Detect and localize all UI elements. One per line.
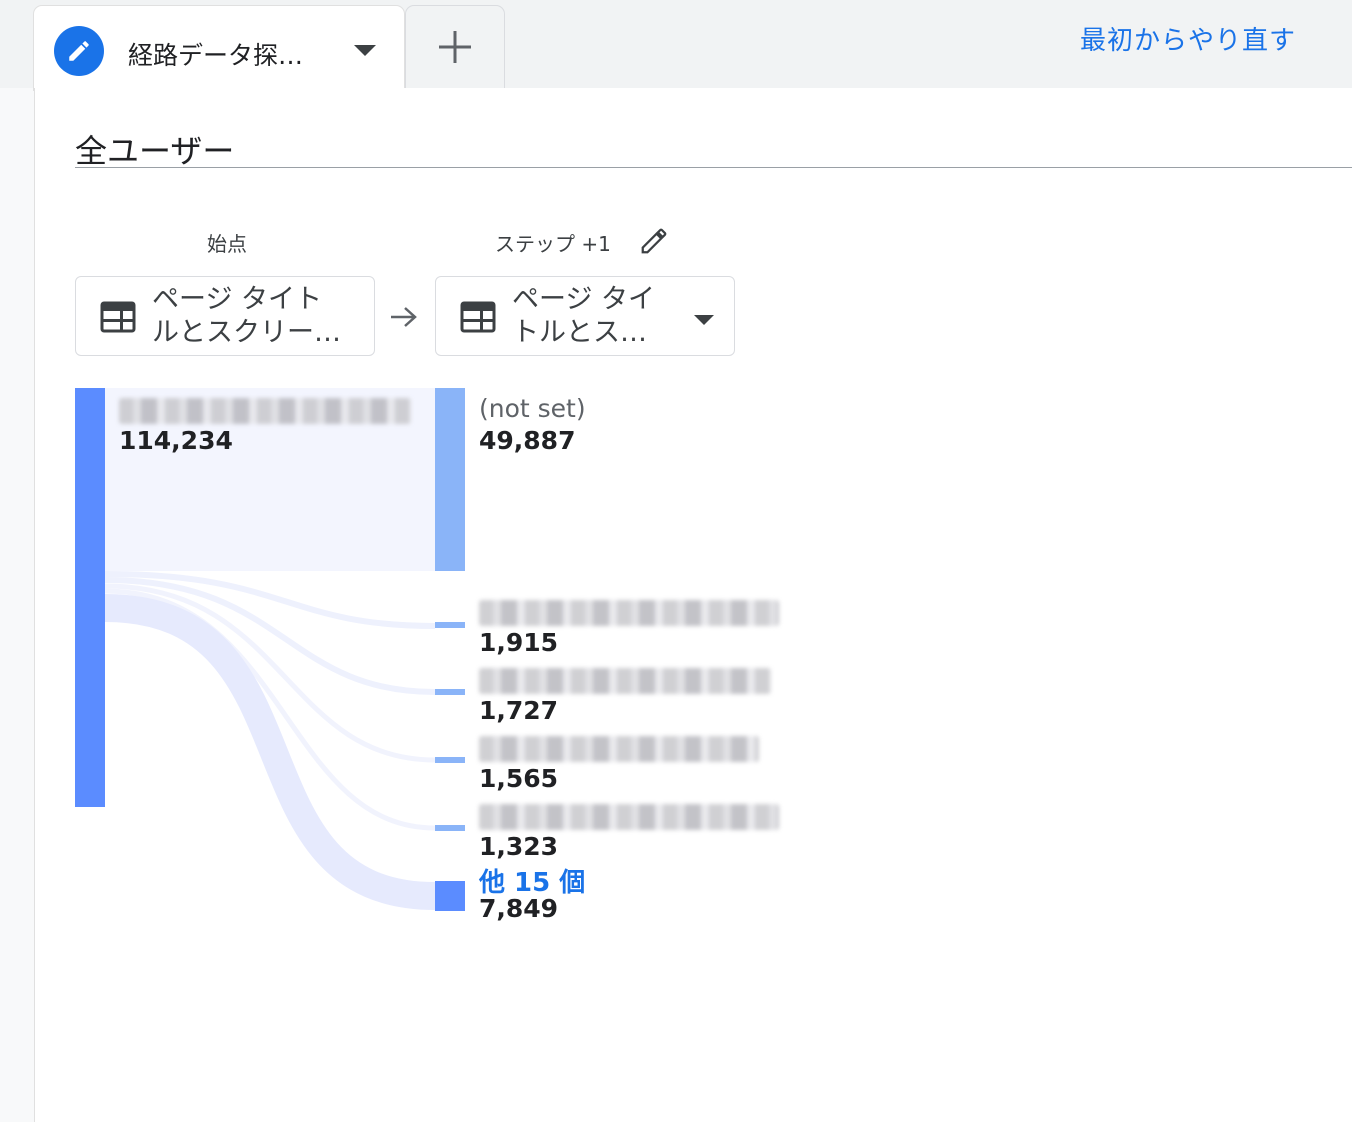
step-node-label-redacted [479, 600, 779, 626]
step-node-value: 1,727 [479, 696, 559, 725]
start-node-bar[interactable] [75, 388, 105, 807]
step-node-label-redacted [479, 804, 779, 830]
step-node-value: 7,849 [479, 894, 559, 923]
step-node-bar[interactable] [435, 757, 465, 763]
step-node-label: (not set) [479, 394, 586, 423]
caret-down-icon[interactable] [354, 42, 376, 61]
step-node-bar[interactable] [435, 825, 465, 831]
step-node-label-redacted [479, 668, 771, 694]
step-node-bar[interactable] [435, 689, 465, 695]
start-node-label-redacted [119, 398, 411, 424]
exploration-canvas: 全ユーザー 始点 ステップ +1 ページ タイト ルとスクリー… ページ タイ … [34, 88, 1352, 1122]
step-node-label-redacted [479, 736, 759, 762]
step-node-value: 1,323 [479, 832, 559, 861]
tab-bar: 経路データ探… 最初からやり直す [0, 0, 1352, 90]
step-node-value: 1,915 [479, 628, 559, 657]
pencil-icon[interactable] [54, 26, 104, 76]
step-node-bar[interactable] [435, 622, 465, 628]
reset-link[interactable]: 最初からやり直す [1080, 20, 1296, 57]
step-node-value: 1,565 [479, 764, 559, 793]
step-node-value: 49,887 [479, 426, 576, 455]
start-node-value: 114,234 [119, 426, 233, 455]
plus-icon [439, 31, 471, 63]
step-node-bar-others[interactable] [435, 881, 465, 911]
tab-path-exploration[interactable]: 経路データ探… [34, 6, 404, 90]
step-node-bar[interactable] [435, 388, 465, 571]
tab-label: 経路データ探… [128, 41, 304, 70]
add-tab-button[interactable] [406, 6, 504, 88]
